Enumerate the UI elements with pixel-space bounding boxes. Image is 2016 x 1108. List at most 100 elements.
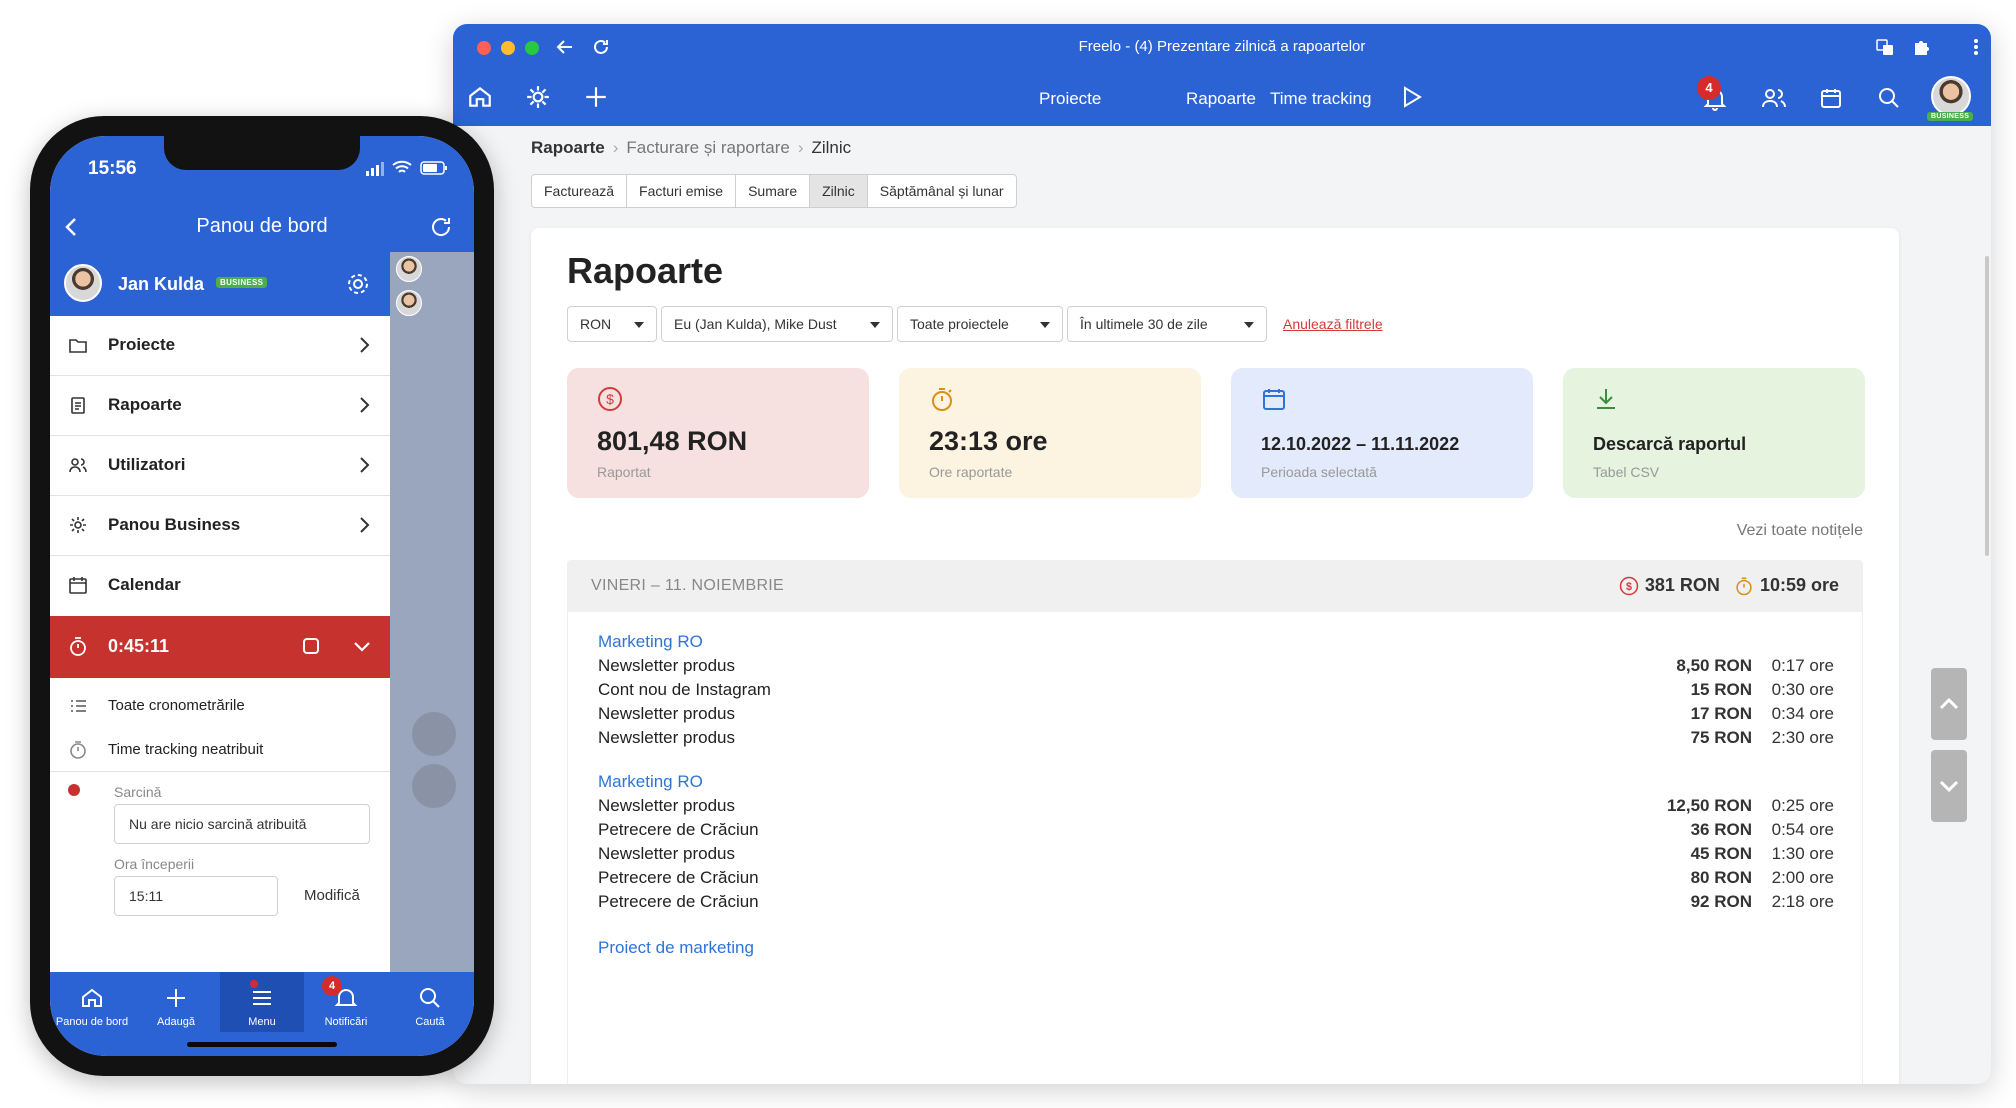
notification-badge: 4 (1697, 76, 1721, 100)
browser-window: Freelo - (4) Prezentare zilnică a rapoar… (453, 24, 1991, 1084)
content-area: Rapoarte › Facturare și raportare › Zilnic F… (453, 126, 1991, 1084)
ghost-scroll-down (412, 764, 456, 808)
project-link[interactable]: Marketing RO (598, 632, 703, 652)
tab-notifications[interactable]: 4 Notificări (304, 972, 388, 1032)
user-avatar[interactable] (1931, 76, 1971, 116)
app-navbar: Proiecte Rapoarte Time tracking 4 BUSINE… (453, 70, 1991, 126)
breadcrumb-middle[interactable]: Facturare și raportare (626, 138, 789, 157)
user-name: Jan Kulda (118, 274, 205, 294)
users-filter[interactable]: Eu (Jan Kulda), Mike Dust (661, 306, 893, 342)
home-icon[interactable] (467, 84, 493, 115)
menu-item-projects[interactable]: Proiecte (50, 316, 390, 376)
nav-reports[interactable]: Rapoarte (1186, 89, 1256, 109)
running-timer-bar[interactable]: 0:45:11 (50, 616, 390, 678)
menu-item-business-panel[interactable]: Panou Business (50, 496, 390, 556)
chevron-right-icon (358, 395, 370, 420)
tab-summaries[interactable]: Sumare (735, 174, 811, 208)
unassigned-tracking-item[interactable]: Time tracking neatribuit (50, 728, 390, 772)
project-link[interactable]: Marketing RO (598, 772, 703, 792)
report-tabs: Facturează Facturi emise Sumare Zilnic S… (531, 174, 1017, 208)
menu-dot-badge (250, 980, 258, 988)
settings-gear-icon[interactable] (346, 272, 370, 301)
nav-projects[interactable]: Proiecte (1039, 89, 1101, 109)
modify-button[interactable]: Modifică (304, 887, 360, 904)
scroll-up-button[interactable] (1931, 668, 1967, 740)
tab-add[interactable]: Adaugă (134, 972, 218, 1032)
start-time-field[interactable]: 15:11 (114, 876, 278, 916)
task-field[interactable]: Nu are nicio sarcină atribuită (114, 804, 370, 844)
translate-icon[interactable] (1875, 37, 1895, 61)
users-icon (68, 455, 88, 480)
plus-icon[interactable] (583, 84, 609, 115)
chevron-down-icon[interactable] (352, 640, 372, 659)
background-dashboard-overlay (390, 252, 474, 972)
currency-filter[interactable]: RON (567, 306, 657, 342)
tab-search[interactable]: Caută (388, 972, 472, 1032)
battery-icon (420, 161, 448, 180)
page-title: Rapoarte (567, 250, 724, 291)
stat-download-report[interactable]: Descarcă raportul Tabel CSV (1563, 368, 1865, 498)
day-header: VINERI – 11. NOIEMBRIE $ 381 RON 10:59 o… (567, 560, 1863, 612)
extension-puzzle-icon[interactable] (1911, 37, 1931, 61)
scroll-down-button[interactable] (1931, 750, 1967, 822)
refresh-icon[interactable] (428, 214, 454, 245)
business-badge: BUSINESS (216, 277, 268, 288)
table-row: Petrecere de Crăciun 92 RON 2:18 ore (598, 892, 1834, 911)
calendar-icon (68, 575, 88, 600)
period-filter[interactable]: În ultimele 30 de zile (1067, 306, 1267, 342)
tab-menu[interactable]: Menu (220, 972, 304, 1032)
list-icon (68, 696, 88, 720)
clear-filters-link[interactable]: Anulează filtrele (1283, 316, 1383, 332)
stat-selected-period: 12.10.2022 – 11.11.2022 Perioada selecta… (1231, 368, 1533, 498)
scrollbar[interactable] (1985, 256, 1989, 556)
signal-icon (366, 162, 386, 181)
tab-invoice[interactable]: Facturează (531, 174, 628, 208)
project-link[interactable]: Proiect de marketing (598, 938, 754, 958)
stop-square-icon[interactable] (302, 637, 320, 660)
stopwatch-icon (68, 740, 88, 764)
projects-filter[interactable]: Toate proiectele (897, 306, 1063, 342)
all-timers-item[interactable]: Toate cronometrările (50, 684, 390, 728)
menu-item-reports[interactable]: Rapoarte (50, 376, 390, 436)
reports-card: Rapoarte RON Eu (Jan Kulda), Mike Dust T… (531, 228, 1899, 1084)
nav-time-tracking[interactable]: Time tracking (1270, 89, 1371, 109)
menu-item-calendar[interactable]: Calendar (50, 556, 390, 616)
calendar-icon (1261, 386, 1287, 417)
day-sum-money: 381 RON (1644, 575, 1720, 595)
clipboard-icon (68, 395, 88, 420)
menu-item-users[interactable]: Utilizatori (50, 436, 390, 496)
calendar-icon[interactable] (1819, 86, 1843, 115)
table-row: Petrecere de Crăciun 36 RON 0:54 ore (598, 820, 1834, 839)
menu-icon (253, 991, 271, 1005)
day-entries: Marketing RO Newsletter produs 8,50 RON 0:… (567, 612, 1863, 1084)
tab-weekly-monthly[interactable]: Săptămânal și lunar (866, 174, 1017, 208)
table-row: Newsletter produs 17 RON 0:34 ore (598, 704, 1834, 723)
play-icon[interactable] (1401, 85, 1423, 114)
day-summary: $ 381 RON 10:59 ore (1619, 575, 1839, 596)
tab-dashboard[interactable]: Panou de bord (50, 972, 134, 1032)
search-icon (420, 988, 440, 1008)
start-time-label: Ora începerii (114, 856, 195, 872)
day-title: VINERI – 11. NOIEMBRIE (591, 577, 785, 594)
users-icon[interactable] (1761, 86, 1787, 115)
search-icon[interactable] (1877, 86, 1901, 115)
breadcrumb-root[interactable]: Rapoarte (531, 138, 605, 157)
task-label: Sarcină (114, 784, 162, 800)
phone-device: 15:56 Panou de bord Jan Kulda BUSINESS P… (30, 116, 494, 1076)
see-all-notes-link[interactable]: Vezi toate notițele (1737, 522, 1863, 540)
tab-daily[interactable]: Zilnic (809, 174, 868, 208)
stopwatch-icon (68, 636, 88, 663)
home-icon (82, 988, 102, 1007)
chevron-right-icon (358, 335, 370, 360)
gear-icon[interactable] (525, 84, 551, 115)
kebab-menu-icon[interactable] (1973, 37, 1979, 61)
table-row: Newsletter produs 8,50 RON 0:17 ore (598, 656, 1834, 675)
dollar-icon: $ (1619, 576, 1639, 595)
svg-text:$: $ (606, 391, 614, 407)
notification-badge: 4 (322, 976, 342, 996)
phone-user-row[interactable]: Jan Kulda BUSINESS (50, 252, 390, 316)
table-row: Petrecere de Crăciun 80 RON 2:00 ore (598, 868, 1834, 887)
window-title: Freelo - (4) Prezentare zilnică a rapoar… (1078, 38, 1366, 55)
tab-issued-invoices[interactable]: Facturi emise (626, 174, 737, 208)
business-badge: BUSINESS (1927, 112, 1974, 121)
